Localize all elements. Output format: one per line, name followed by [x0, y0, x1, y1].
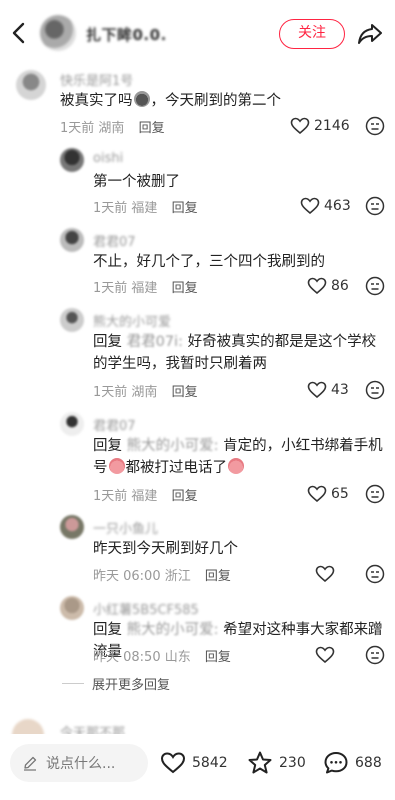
expand-divider: [62, 683, 84, 684]
pig-emoji-icon: [108, 458, 125, 474]
follow-button[interactable]: 关注: [279, 19, 345, 49]
star-icon: [248, 751, 272, 774]
heart-icon: [290, 117, 310, 135]
reply-meta: 1天前 湖南 回复: [93, 385, 198, 400]
reply-text[interactable]: 第一个被删了: [93, 171, 383, 193]
dislike-face-icon[interactable]: [365, 484, 385, 504]
reply-meta: 昨天 06:00 浙江 回复: [93, 569, 231, 584]
dislike-face-icon[interactable]: [365, 276, 385, 296]
reply-author-name[interactable]: oishi: [93, 151, 123, 166]
commenter-avatar[interactable]: [16, 70, 46, 100]
author-avatar[interactable]: [40, 15, 76, 51]
commenter-name[interactable]: 快乐是阿1号: [60, 70, 133, 89]
heart-icon: [307, 277, 327, 295]
reply-avatar[interactable]: [60, 148, 84, 172]
collect-post-button[interactable]: 230: [247, 750, 306, 776]
reply-meta: 1天前 福建 回复: [93, 489, 198, 504]
like-button[interactable]: 65: [307, 484, 349, 504]
reply-button[interactable]: 回复: [205, 650, 231, 665]
comment-meta: 1天前 湖南 回复: [60, 121, 165, 136]
like-button[interactable]: 86: [307, 276, 349, 296]
reply-avatar[interactable]: [60, 228, 84, 252]
reply-button[interactable]: 回复: [205, 569, 231, 584]
cat-emoji-icon: [133, 91, 150, 107]
reply-text[interactable]: 回复 熊大的小可爱: 肯定的，小红书绑着手机号 都被打过电话了: [93, 435, 383, 479]
reply-author-name[interactable]: 君君07: [93, 415, 136, 434]
like-button[interactable]: [315, 564, 339, 584]
dislike-face-icon[interactable]: [365, 116, 385, 136]
reply-author-name[interactable]: 熊大的小可爱: [93, 311, 171, 330]
heart-icon: [315, 646, 335, 664]
reply-to-name[interactable]: 熊大的小可爱:: [127, 438, 219, 454]
reply-avatar[interactable]: [60, 412, 84, 436]
reply-button[interactable]: 回复: [172, 281, 198, 296]
reply-button[interactable]: 回复: [139, 121, 165, 136]
reply-button[interactable]: 回复: [172, 201, 198, 216]
comment-text[interactable]: 被真实了吗 ，今天刷到的第二个: [60, 90, 350, 112]
comment-bubble-icon: [324, 752, 348, 774]
back-arrow-icon[interactable]: [8, 20, 30, 46]
like-post-button[interactable]: 5842: [160, 750, 228, 776]
like-button[interactable]: 2146: [290, 116, 350, 136]
reply-meta: 1天前 福建 回复: [93, 201, 198, 216]
pencil-icon: [24, 756, 37, 771]
reply-text[interactable]: 回复 君君07i: 好奇被真实的都是是这个学校的学生吗，我暂时只刷着两: [93, 331, 383, 375]
heart-icon: [160, 752, 186, 774]
reply-avatar[interactable]: [60, 308, 84, 332]
dislike-face-icon[interactable]: [365, 380, 385, 400]
dislike-face-icon[interactable]: [365, 645, 385, 665]
reply-author-name[interactable]: 小红薯5B5CF585: [93, 599, 199, 618]
like-button[interactable]: [315, 645, 339, 665]
reply-text[interactable]: 昨天到今天刷到好几个: [93, 538, 383, 560]
reply-avatar[interactable]: [60, 596, 84, 620]
comment-post-button[interactable]: 688: [323, 750, 382, 776]
heart-icon: [307, 381, 327, 399]
expand-more-replies[interactable]: 展开更多回复: [62, 674, 170, 693]
reply-to-name[interactable]: 君君07i:: [127, 334, 183, 350]
reply-to-name[interactable]: 熊大的小可爱:: [127, 622, 219, 638]
reply-avatar[interactable]: [60, 515, 84, 539]
author-name[interactable]: 扎下眸0.0.: [86, 24, 167, 45]
reply-meta: 1天前 福建 回复: [93, 281, 198, 296]
bottom-action-bar: 说点什么... 5842 230 688: [0, 734, 395, 800]
comment-input[interactable]: 说点什么...: [10, 744, 148, 782]
like-button[interactable]: 463: [300, 196, 351, 216]
like-button[interactable]: 43: [307, 380, 349, 400]
reply-button[interactable]: 回复: [172, 489, 198, 504]
share-icon[interactable]: [356, 21, 384, 47]
reply-button[interactable]: 回复: [172, 385, 198, 400]
reply-author-name[interactable]: 君君07: [93, 231, 136, 250]
pig-emoji-icon: [228, 458, 244, 474]
reply-author-name[interactable]: 一只小鱼儿: [93, 518, 158, 537]
reply-text[interactable]: 不止，好几个了，三个四个我刷到的: [93, 251, 383, 273]
reply-meta: 昨天 08:50 山东 回复: [93, 650, 231, 665]
dislike-face-icon[interactable]: [365, 564, 385, 584]
heart-icon: [307, 485, 327, 503]
top-bar: 扎下眸0.0. 关注: [0, 0, 395, 62]
dislike-face-icon[interactable]: [365, 196, 385, 216]
heart-icon: [300, 197, 320, 215]
heart-icon: [315, 565, 335, 583]
